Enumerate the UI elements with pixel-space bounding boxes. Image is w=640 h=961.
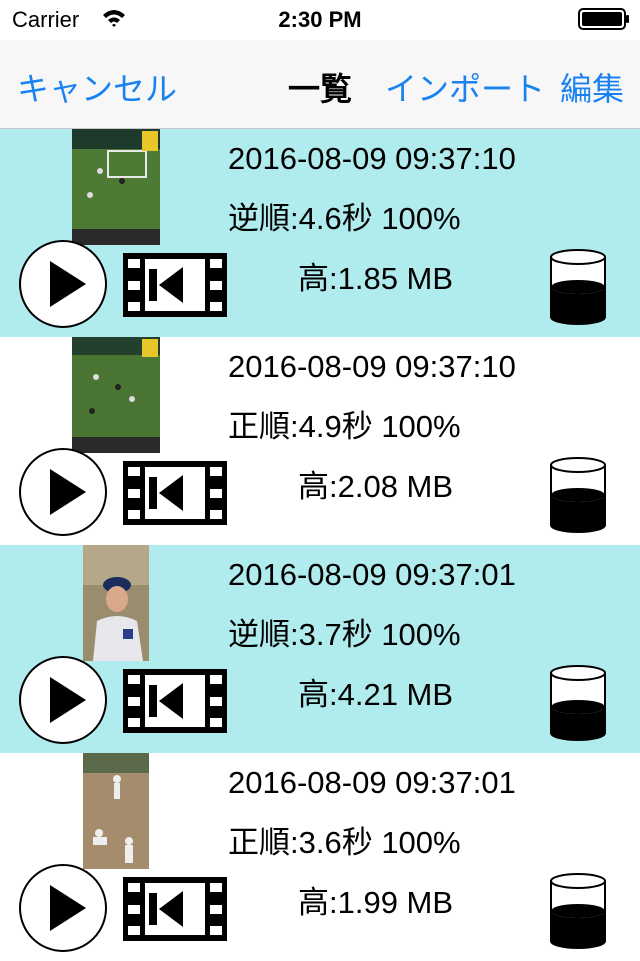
storage-jar-icon[interactable] bbox=[548, 873, 608, 949]
video-thumbnail bbox=[83, 753, 149, 869]
navigation-bar: キャンセル 一覧 インポート 編集 bbox=[0, 40, 640, 129]
video-quality-size: 高:1.85 MB bbox=[298, 261, 454, 296]
video-thumbnail bbox=[72, 337, 160, 453]
storage-jar-icon[interactable] bbox=[548, 249, 608, 325]
video-row[interactable]: 2016-08-09 09:37:10 逆順:4.6秒 100% 高:1.85 … bbox=[0, 129, 640, 337]
import-button[interactable]: インポート bbox=[385, 64, 545, 110]
video-detail: 逆順:3.7秒 100% bbox=[228, 617, 461, 652]
video-row[interactable]: 2016-08-09 09:37:01 逆順:3.7秒 100% 高:4.21 … bbox=[0, 545, 640, 753]
film-reverse-icon[interactable] bbox=[123, 253, 227, 317]
status-bar: Carrier 2:30 PM bbox=[0, 0, 640, 40]
film-reverse-icon[interactable] bbox=[123, 877, 227, 941]
edit-button[interactable]: 編集 bbox=[560, 64, 624, 110]
film-reverse-icon[interactable] bbox=[123, 461, 227, 525]
status-time: 2:30 PM bbox=[278, 7, 362, 32]
video-quality-size: 高:2.08 MB bbox=[298, 469, 454, 504]
film-reverse-icon[interactable] bbox=[123, 669, 227, 733]
video-row[interactable]: 2016-08-09 09:37:01 正順:3.6秒 100% 高:1.99 … bbox=[0, 753, 640, 961]
video-thumbnail bbox=[83, 545, 149, 661]
video-timestamp: 2016-08-09 09:37:10 bbox=[228, 349, 516, 384]
video-thumbnail bbox=[72, 129, 160, 245]
page-title: 一覧 bbox=[288, 71, 353, 107]
play-icon[interactable] bbox=[18, 655, 108, 745]
video-detail: 正順:4.9秒 100% bbox=[228, 409, 461, 444]
video-timestamp: 2016-08-09 09:37:01 bbox=[228, 765, 516, 800]
cancel-button[interactable]: キャンセル bbox=[17, 64, 177, 110]
storage-jar-icon[interactable] bbox=[548, 457, 608, 533]
video-detail: 正順:3.6秒 100% bbox=[228, 825, 461, 860]
play-icon[interactable] bbox=[18, 447, 108, 537]
video-detail: 逆順:4.6秒 100% bbox=[228, 201, 461, 236]
storage-jar-icon[interactable] bbox=[548, 665, 608, 741]
play-icon[interactable] bbox=[18, 863, 108, 953]
video-timestamp: 2016-08-09 09:37:01 bbox=[228, 557, 516, 592]
video-quality-size: 高:4.21 MB bbox=[298, 677, 454, 712]
video-timestamp: 2016-08-09 09:37:10 bbox=[228, 141, 516, 176]
video-quality-size: 高:1.99 MB bbox=[298, 885, 454, 920]
play-icon[interactable] bbox=[18, 239, 108, 329]
video-row[interactable]: 2016-08-09 09:37:10 正順:4.9秒 100% 高:2.08 … bbox=[0, 337, 640, 545]
battery-icon bbox=[578, 8, 629, 30]
